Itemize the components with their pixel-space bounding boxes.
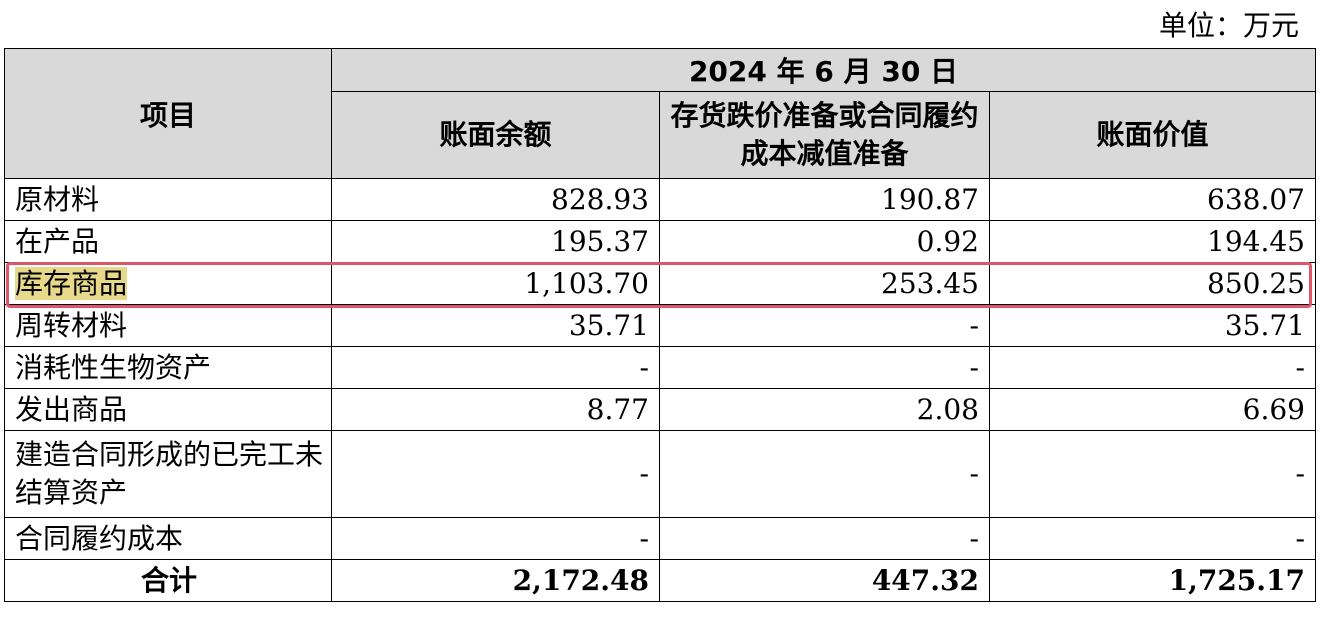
cell-balance: 35.71 (331, 304, 660, 347)
cell-value: 194.45 (989, 220, 1316, 263)
row-label: 在产品 (4, 220, 332, 263)
cell-value: - (989, 517, 1316, 560)
row-label: 消耗性生物资产 (4, 346, 332, 389)
cell-balance: - (331, 346, 660, 389)
header-value: 账面价值 (989, 91, 1316, 179)
total-label: 合计 (4, 559, 332, 602)
table-row: 合同履约成本 - - - (4, 517, 1316, 560)
cell-provision: 2.08 (659, 388, 990, 431)
table-row: 建造合同形成的已完工未结算资产 - - - (4, 430, 1316, 518)
cell-value: 6.69 (989, 388, 1316, 431)
row-label: 原材料 (4, 178, 332, 221)
cell-provision: 190.87 (659, 178, 990, 221)
cell-balance: - (331, 517, 660, 560)
header-provision: 存货跌价准备或合同履约成本减值准备 (659, 91, 990, 179)
inventory-table: 项目 2024 年 6 月 30 日 账面余额 存货跌价准备或合同履约成本减值准… (4, 48, 1316, 602)
unit-label: 单位：万元 (1158, 9, 1299, 42)
row-label: 合同履约成本 (4, 517, 332, 560)
cell-balance: 195.37 (331, 220, 660, 263)
cell-provision: - (659, 346, 990, 389)
header-date: 2024 年 6 月 30 日 (331, 48, 1316, 92)
highlighted-text[interactable]: 库存商品 (15, 266, 128, 300)
row-label: 发出商品 (4, 388, 332, 431)
row-label: 建造合同形成的已完工未结算资产 (4, 430, 332, 518)
cell-value: 35.71 (989, 304, 1316, 347)
cell-balance: 828.93 (331, 178, 660, 221)
total-balance: 2,172.48 (331, 559, 660, 602)
cell-balance: 1,103.70 (331, 262, 660, 305)
cell-value: - (989, 346, 1316, 389)
total-value: 1,725.17 (989, 559, 1316, 602)
table-row: 周转材料 35.71 - 35.71 (4, 304, 1316, 347)
cell-value: - (989, 430, 1316, 518)
cell-provision: - (659, 304, 990, 347)
cell-balance: 8.77 (331, 388, 660, 431)
header-item: 项目 (4, 48, 332, 179)
row-label[interactable]: 库存商品 (4, 262, 332, 305)
table-row-highlighted: 库存商品 1,103.70 253.45 850.25 (4, 262, 1316, 305)
table-row: 原材料 828.93 190.87 638.07 (4, 178, 1316, 221)
cell-provision: - (659, 430, 990, 518)
cell-provision: - (659, 517, 990, 560)
row-label: 周转材料 (4, 304, 332, 347)
table-row: 消耗性生物资产 - - - (4, 346, 1316, 389)
table-row: 发出商品 8.77 2.08 6.69 (4, 388, 1316, 431)
header-balance: 账面余额 (331, 91, 660, 179)
total-row: 合计 2,172.48 447.32 1,725.17 (4, 559, 1316, 602)
cell-value: 638.07 (989, 178, 1316, 221)
table-row: 在产品 195.37 0.92 194.45 (4, 220, 1316, 263)
cell-balance: - (331, 430, 660, 518)
cell-value: 850.25 (989, 262, 1316, 305)
total-provision: 447.32 (659, 559, 990, 602)
cell-provision: 253.45 (659, 262, 990, 305)
cell-provision: 0.92 (659, 220, 990, 263)
